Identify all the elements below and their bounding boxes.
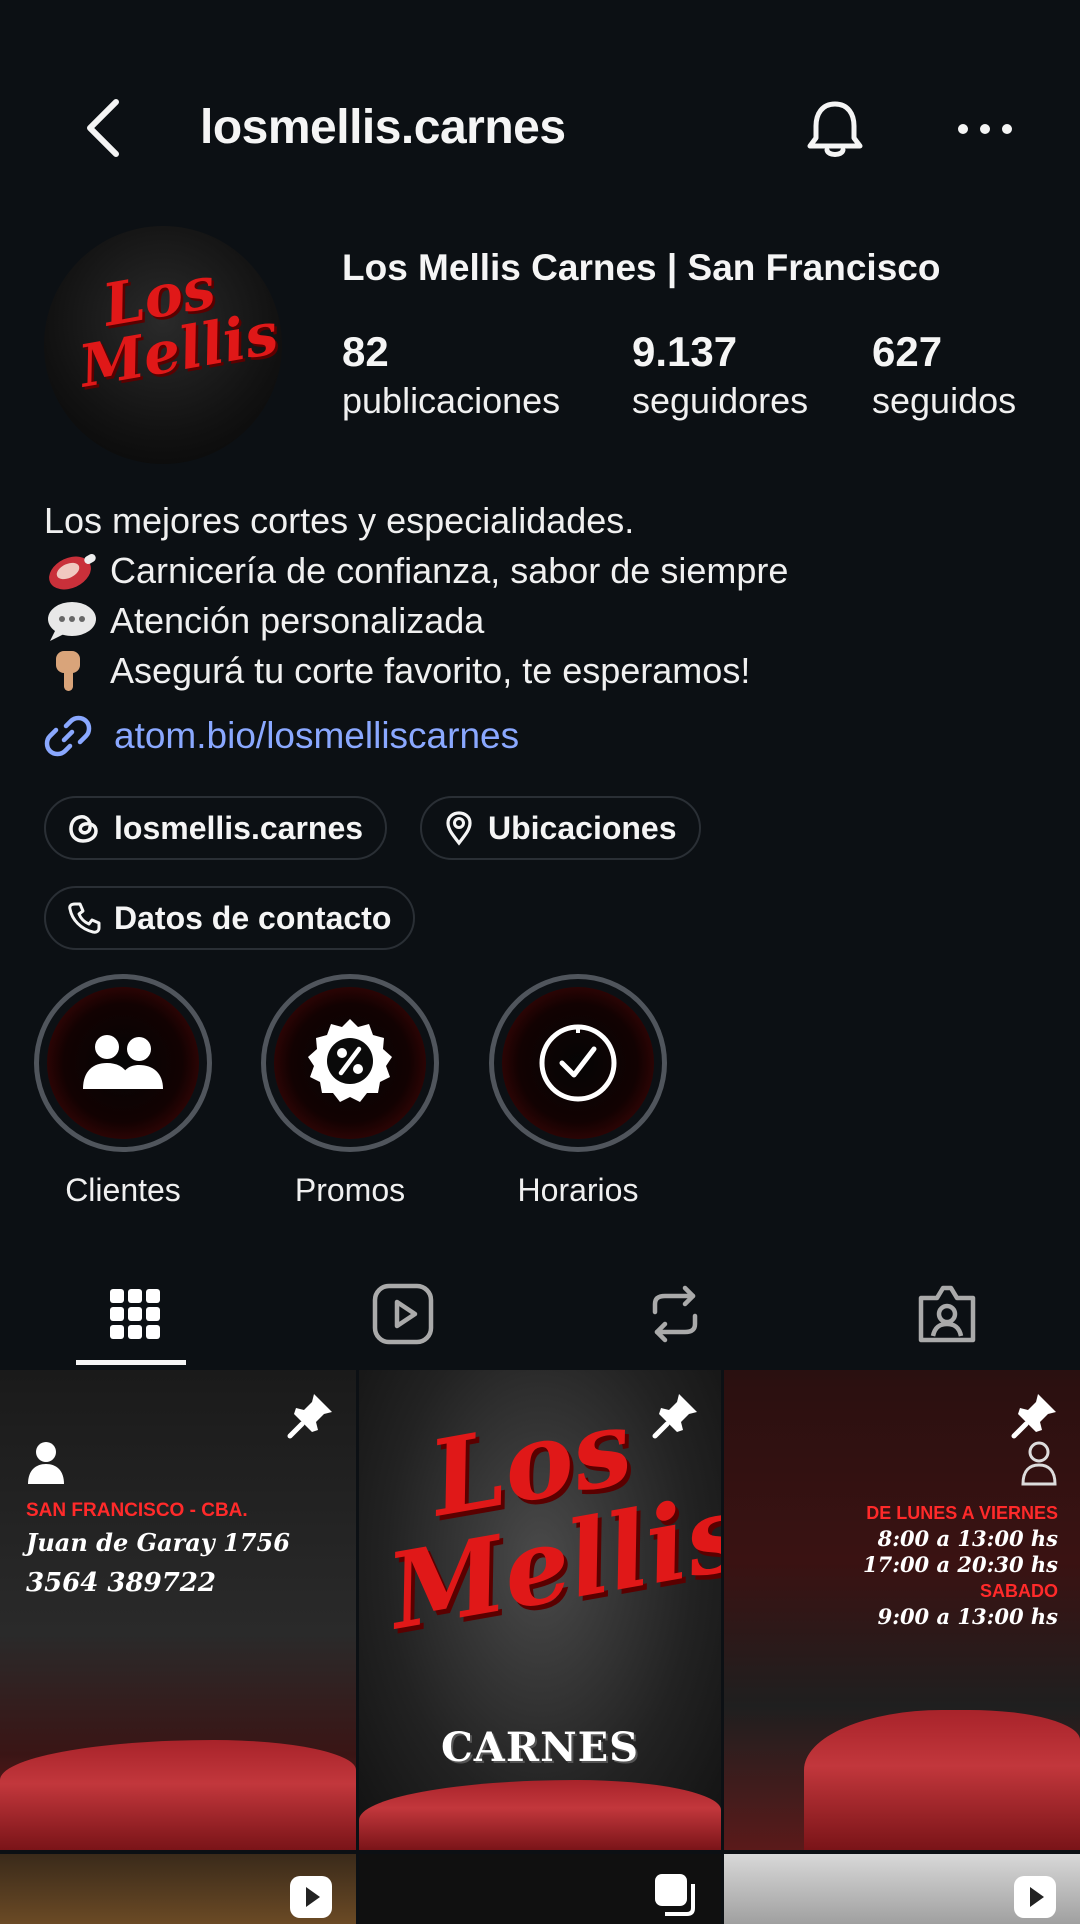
tab-grid[interactable] — [0, 1262, 270, 1366]
bio-line: Carnicería de confianza, sabor de siempr… — [110, 550, 789, 591]
threads-chip[interactable]: losmellis.carnes — [44, 796, 388, 860]
bio-line: Los mejores cortes y especialidades. — [44, 500, 635, 541]
grid-icon — [110, 1289, 160, 1339]
back-button[interactable] — [78, 96, 128, 160]
posts-count: 82 publicaciones — [342, 328, 561, 421]
location-pin-icon — [446, 811, 472, 846]
phone-icon — [68, 902, 101, 934]
percent-badge-icon — [308, 1019, 392, 1102]
followers-count[interactable]: 9.137 seguidores — [632, 326, 808, 424]
post-tile[interactable]: SAN FRANCISCO - CBA. Juan de Garay 1756 … — [0, 1370, 356, 1850]
bio-line: Atención personalizada — [110, 600, 485, 641]
bio-line: Asegurá tu corte favorito, te esperamos! — [110, 650, 751, 691]
post-tile[interactable] — [724, 1854, 1080, 1924]
post-caption: CARNES — [440, 1724, 640, 1771]
active-tab-indicator — [76, 1360, 186, 1365]
pin-icon — [287, 1394, 332, 1439]
tab-reposts[interactable] — [540, 1262, 810, 1366]
more-options-button[interactable] — [955, 104, 1015, 154]
page-title: losmellis.carnes — [200, 101, 566, 154]
bio: Los mejores cortes y especialidades. Car… — [44, 496, 788, 696]
carousel-badge-icon — [655, 1874, 695, 1916]
following-count[interactable]: 627 seguidos — [872, 326, 1016, 424]
threads-icon — [69, 815, 98, 843]
contact-chip[interactable]: Datos de contacto — [44, 886, 416, 950]
tab-reels[interactable] — [268, 1262, 538, 1366]
meat-image — [0, 1740, 356, 1850]
more-dots-icon — [958, 124, 1012, 134]
reel-badge-icon — [290, 1876, 332, 1918]
post-tile[interactable]: Los Mellis CARNES — [359, 1370, 721, 1850]
meat-image — [359, 1780, 721, 1850]
posts-grid: SAN FRANCISCO - CBA. Juan de Garay 1756 … — [0, 1370, 1080, 1924]
notifications-button[interactable] — [800, 98, 870, 162]
tab-tagged[interactable] — [812, 1262, 1080, 1366]
chevron-left-icon — [87, 99, 119, 157]
locations-chip[interactable]: Ubicaciones — [420, 796, 701, 860]
reels-icon — [372, 1283, 434, 1345]
reposts-icon — [652, 1285, 698, 1343]
tagged-icon — [918, 1285, 976, 1343]
users-icon — [83, 1035, 163, 1089]
avatar[interactable]: Los Mellis — [44, 226, 282, 464]
link-icon — [44, 715, 92, 757]
brand-logo: Los Mellis — [379, 1384, 721, 1654]
meat-emoji-icon — [49, 554, 96, 590]
user-icon — [28, 1442, 64, 1484]
profile-name: Los Mellis Carnes | San Francisco — [342, 247, 941, 288]
post-tile[interactable] — [0, 1854, 356, 1924]
highlight-horarios[interactable]: Horarios — [489, 974, 667, 1210]
clock-icon — [539, 1024, 617, 1102]
speech-bubble-icon — [48, 602, 96, 641]
bell-icon — [807, 101, 863, 157]
avatar-logo: Los Mellis — [74, 253, 282, 401]
highlight-promos[interactable]: Promos — [261, 974, 439, 1210]
post-tile[interactable]: DE LUNES A VIERNES 8:00 a 13:00 hs 17:00… — [724, 1370, 1080, 1850]
profile-tabs — [0, 1262, 1080, 1366]
schedule-text: DE LUNES A VIERNES 8:00 a 13:00 hs 17:00… — [862, 1503, 1058, 1629]
highlight-clientes[interactable]: Clientes — [34, 974, 212, 1210]
pin-icon — [1011, 1394, 1056, 1439]
post-tile[interactable] — [359, 1854, 721, 1924]
bio-link[interactable]: atom.bio/losmelliscarnes — [44, 708, 519, 764]
reel-badge-icon — [1014, 1876, 1056, 1918]
user-outline-icon — [1021, 1441, 1057, 1486]
meat-image — [804, 1710, 1080, 1850]
pointing-down-icon — [56, 651, 80, 691]
